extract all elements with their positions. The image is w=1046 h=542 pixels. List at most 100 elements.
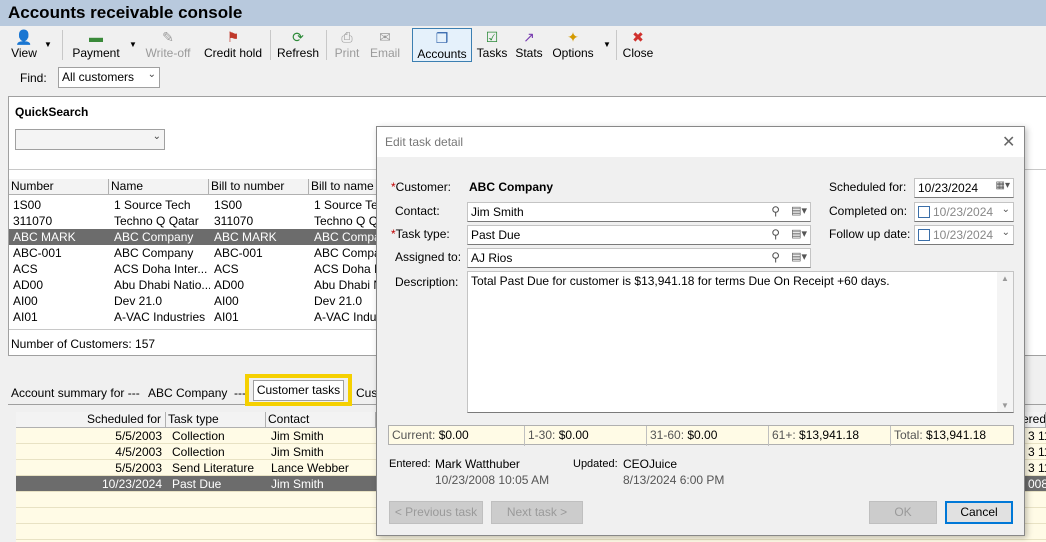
customer-row[interactable]: ACS ACS Doha Inter... ACS ACS Doha In xyxy=(9,261,379,277)
customer-cell: Abu Dhabi Natio... xyxy=(114,278,210,292)
dialog-close-icon[interactable]: ✕ xyxy=(1002,132,1015,152)
options-button[interactable]: ✦ Options xyxy=(550,28,596,62)
customer-cell: AI01 xyxy=(214,310,239,324)
search-icon[interactable]: ⚲ xyxy=(771,227,780,241)
scroll-down-icon[interactable]: ▼ xyxy=(1001,401,1009,410)
customer-cell: Dev 21.0 xyxy=(114,294,163,308)
close-button[interactable]: ✖ Close xyxy=(622,28,654,62)
toolbar: 👤 View ▼ ▬ Payment ▼ ✎ Write-off ⚑ Credit ho… xyxy=(0,26,1046,64)
task-cell: Collection xyxy=(172,445,225,459)
customer-cell: 311070 xyxy=(214,214,254,228)
customer-row[interactable]: AI01 A-VAC Industries AI01 A-VAC Indus xyxy=(9,309,379,325)
search-icon[interactable]: ⚲ xyxy=(771,204,780,218)
column-header-number[interactable]: Number xyxy=(9,179,109,195)
task-cell: 10/23/2024 xyxy=(101,477,162,491)
contact-label: Contact: xyxy=(395,204,440,218)
accounts-button[interactable]: ❐ Accounts xyxy=(412,28,472,62)
aging-current: Current: $0.00 xyxy=(389,426,525,446)
customer-row[interactable]: ABC MARK ABC Company ABC MARK ABC Compan xyxy=(9,229,379,245)
task-cell: Past Due xyxy=(172,477,222,491)
stats-button[interactable]: ↗ Stats xyxy=(512,28,546,62)
task-cell: 008 xyxy=(1028,477,1046,491)
chevron-down-icon[interactable]: ⌄ xyxy=(1002,204,1010,215)
scheduled-date-field[interactable]: 10/23/2024 ▦▾ xyxy=(914,178,1014,198)
customer-row[interactable]: AD00 Abu Dhabi Natio... AD00 Abu Dhabi N xyxy=(9,277,379,293)
calendar-dropdown-icon[interactable]: ▦▾ xyxy=(996,180,1010,191)
customer-cell: AI00 xyxy=(214,294,239,308)
envelope-icon: ✉ xyxy=(379,29,391,45)
next-task-button[interactable]: Next task > xyxy=(491,501,583,524)
completed-date-field[interactable]: 10/23/2024 ⌄ xyxy=(914,202,1014,222)
cancel-button[interactable]: Cancel xyxy=(945,501,1013,524)
customer-row[interactable]: AI00 Dev 21.0 AI00 Dev 21.0 xyxy=(9,293,379,309)
customer-row[interactable]: ABC-001 ABC Company ABC-001 ABC Compan xyxy=(9,245,379,261)
search-icon[interactable]: ⚲ xyxy=(771,250,780,264)
printer-icon: ⎙ xyxy=(341,29,353,45)
previous-task-button[interactable]: < Previous task xyxy=(389,501,483,524)
writeoff-icon: ✎ xyxy=(162,29,174,45)
credit-hold-button[interactable]: ⚑ Credit hold xyxy=(200,28,266,62)
contact-field[interactable]: Jim Smith ⚲ ▤▾ xyxy=(467,202,811,222)
entered-label: Entered: xyxy=(389,458,431,470)
followup-date-field[interactable]: 10/23/2024 ⌄ xyxy=(914,225,1014,245)
followup-checkbox[interactable] xyxy=(918,229,930,241)
quicksearch-select[interactable]: ⌄ xyxy=(15,129,165,150)
view-dropdown-icon[interactable]: ▼ xyxy=(44,40,52,49)
scroll-up-icon[interactable]: ▲ xyxy=(1001,274,1009,283)
customer-cell: 1S00 xyxy=(13,198,42,212)
ok-button[interactable]: OK xyxy=(869,501,937,524)
chart-icon: ↗ xyxy=(523,29,535,45)
column-header-scheduled[interactable]: Scheduled for xyxy=(16,412,166,428)
customer-cell: AD00 xyxy=(13,278,44,292)
view-button[interactable]: 👤 View xyxy=(8,28,40,62)
column-header-billto-number[interactable]: Bill to number xyxy=(209,179,309,195)
print-button[interactable]: ⎙ Print xyxy=(332,28,362,62)
refresh-button[interactable]: ⟳ Refresh xyxy=(276,28,320,62)
customer-cell: A-VAC Indus xyxy=(314,310,379,324)
email-button[interactable]: ✉ Email xyxy=(368,28,402,62)
column-header-task-type[interactable]: Task type xyxy=(166,412,266,428)
close-icon: ✖ xyxy=(632,29,644,45)
checklist-icon: ☑ xyxy=(485,29,499,45)
payment-button[interactable]: ▬ Payment xyxy=(70,28,122,62)
customer-cell: ABC-001 xyxy=(13,246,62,260)
entered-by: Mark Watthuber xyxy=(435,457,520,471)
customer-cell: ACS Doha Inter... xyxy=(114,262,208,276)
chevron-down-icon[interactable]: ⌄ xyxy=(1002,227,1010,238)
column-header-name[interactable]: Name xyxy=(109,179,209,195)
toolbar-divider xyxy=(326,30,327,60)
description-label: Description: xyxy=(395,275,459,289)
column-header-contact[interactable]: Contact xyxy=(266,412,376,428)
tasktype-field[interactable]: Past Due ⚲ ▤▾ xyxy=(467,225,811,245)
task-cell: Collection xyxy=(172,429,225,443)
task-cell: 4/5/2003 xyxy=(115,445,162,459)
customer-row[interactable]: 1S00 1 Source Tech 1S00 1 Source Tech xyxy=(9,197,379,213)
card-dropdown-icon[interactable]: ▤▾ xyxy=(791,227,807,240)
options-dropdown-icon[interactable]: ▼ xyxy=(603,40,611,49)
assigned-field[interactable]: AJ Rios ⚲ ▤▾ xyxy=(467,248,811,268)
windows-icon: ❐ xyxy=(435,30,449,46)
scrollbar[interactable]: ▲ ▼ xyxy=(997,272,1013,412)
toolbar-divider xyxy=(616,30,617,60)
completed-checkbox[interactable] xyxy=(918,206,930,218)
card-dropdown-icon[interactable]: ▤▾ xyxy=(791,204,807,217)
find-select[interactable]: All customers ⌄ xyxy=(58,67,160,88)
payment-dropdown-icon[interactable]: ▼ xyxy=(129,40,137,49)
description-textarea[interactable]: Total Past Due for customer is $13,941.1… xyxy=(467,271,1014,413)
wand-icon: ✦ xyxy=(567,29,579,45)
aging-1-30: 1-30: $0.00 xyxy=(525,426,647,446)
card-dropdown-icon[interactable]: ▤▾ xyxy=(791,250,807,263)
customer-count: Number of Customers: 157 xyxy=(11,337,156,351)
customer-cell: 1 Source Tech xyxy=(314,198,379,212)
customer-cell: AD00 xyxy=(214,278,245,292)
scheduled-label: Scheduled for: xyxy=(829,180,907,194)
refresh-icon: ⟳ xyxy=(292,29,304,45)
customer-cell: AI01 xyxy=(13,310,38,324)
customer-row[interactable]: 311070 Techno Q Qatar 311070 Techno Q Qat xyxy=(9,213,379,229)
customer-cell: ABC MARK xyxy=(13,230,76,244)
tab-customer-tasks[interactable]: Customer tasks xyxy=(253,380,344,401)
tasks-button[interactable]: ☑ Tasks xyxy=(476,28,508,62)
account-summary-prefix: Account summary for --- xyxy=(11,386,140,400)
task-cell: Jim Smith xyxy=(271,445,324,459)
writeoff-button[interactable]: ✎ Write-off xyxy=(142,28,194,62)
